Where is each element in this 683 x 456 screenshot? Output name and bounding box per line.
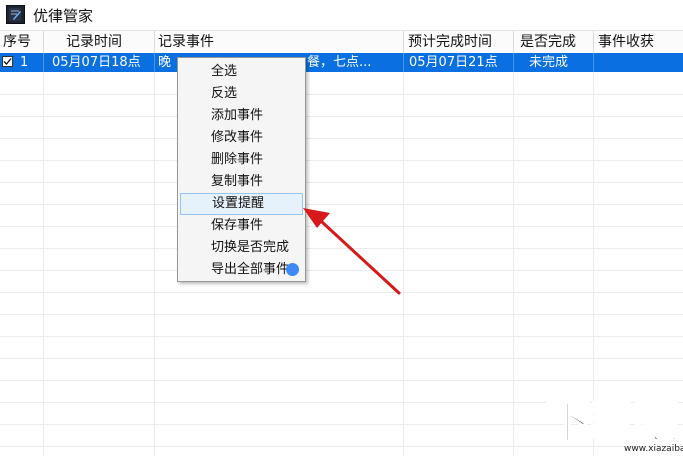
watermark-text: 下载吧 bbox=[544, 395, 680, 449]
watermark-logo: 下载吧 www.xiazaiba.com bbox=[544, 395, 683, 456]
watermark-url: www.xiazaiba.com bbox=[624, 444, 683, 454]
annotation-arrow-icon bbox=[303, 208, 401, 295]
